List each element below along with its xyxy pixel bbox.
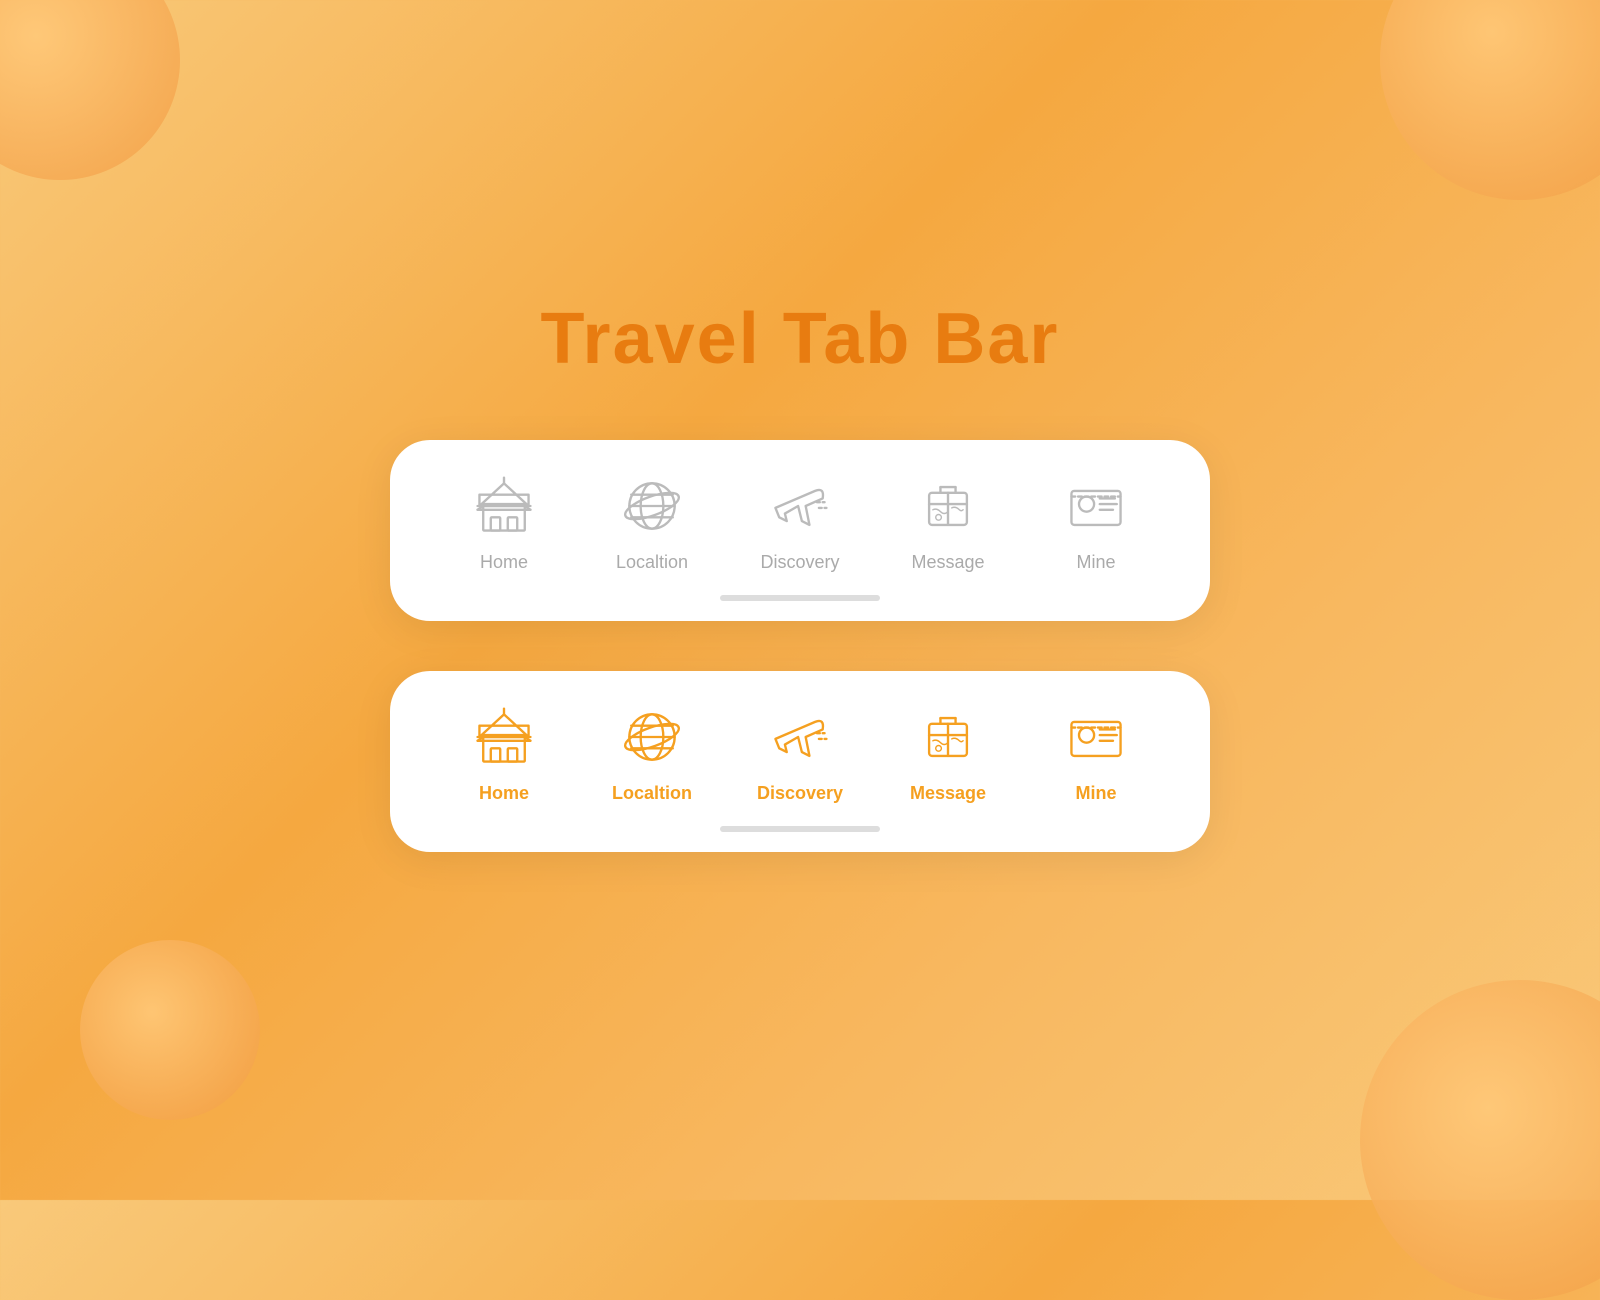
home-icon [468, 470, 540, 542]
location-icon [616, 470, 688, 542]
tab-item-mine-inactive[interactable]: Mine [1041, 470, 1151, 573]
mine-icon [1060, 470, 1132, 542]
tab-bar-items-active: Home Localtion [430, 701, 1170, 804]
discovery-icon [764, 470, 836, 542]
tab-item-mine-active[interactable]: Mine [1041, 701, 1151, 804]
home-label-active: Home [479, 783, 529, 804]
tab-bar-inactive: Home Localtion [390, 440, 1210, 621]
message-icon [912, 470, 984, 542]
tab-item-home-active[interactable]: Home [449, 701, 559, 804]
page-title: Travel Tab Bar [541, 298, 1060, 380]
message-icon-active [912, 701, 984, 773]
scroll-indicator-inactive [720, 595, 880, 601]
tab-bar-active: Home Localtion [390, 671, 1210, 852]
tab-bar-items-inactive: Home Localtion [430, 470, 1170, 573]
tab-item-location-active[interactable]: Localtion [597, 701, 707, 804]
tab-item-discovery-active[interactable]: Discovery [745, 701, 855, 804]
deco-circle-bottom-left [80, 940, 260, 1120]
tab-item-discovery-inactive[interactable]: Discovery [745, 470, 855, 573]
tab-item-home-inactive[interactable]: Home [449, 470, 559, 573]
discovery-label-inactive: Discovery [760, 552, 839, 573]
scroll-indicator-active [720, 826, 880, 832]
discovery-label-active: Discovery [757, 783, 843, 804]
discovery-icon-active [764, 701, 836, 773]
message-label-active: Message [910, 783, 986, 804]
location-label-inactive: Localtion [616, 552, 688, 573]
mine-label-active: Mine [1075, 783, 1116, 804]
mine-icon-active [1060, 701, 1132, 773]
deco-circle-top-left [0, 0, 180, 180]
mine-label-inactive: Mine [1076, 552, 1115, 573]
tab-item-message-inactive[interactable]: Message [893, 470, 1003, 573]
location-icon-active [616, 701, 688, 773]
tab-item-message-active[interactable]: Message [893, 701, 1003, 804]
deco-circle-top-right [1380, 0, 1600, 200]
home-label-inactive: Home [480, 552, 528, 573]
location-label-active: Localtion [612, 783, 692, 804]
home-icon-active [468, 701, 540, 773]
deco-circle-bottom-right [1360, 980, 1600, 1300]
tab-item-location-inactive[interactable]: Localtion [597, 470, 707, 573]
message-label-inactive: Message [911, 552, 984, 573]
